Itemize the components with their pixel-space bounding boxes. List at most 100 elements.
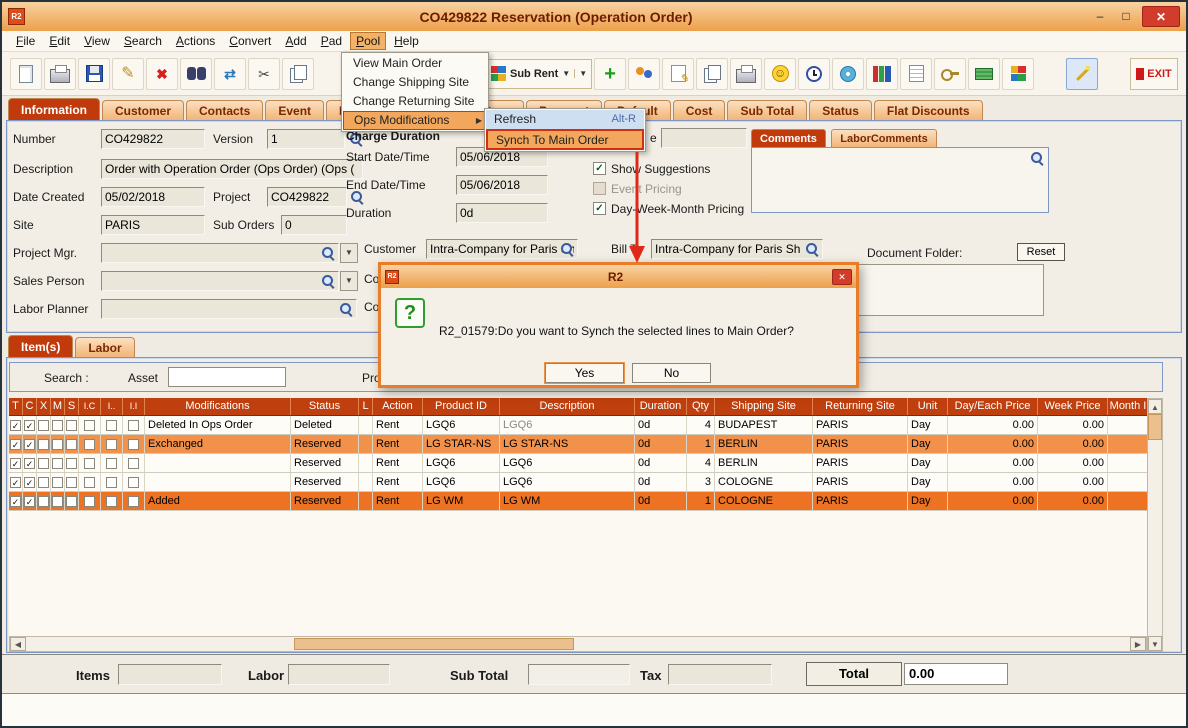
row-checkbox[interactable] <box>123 473 145 491</box>
project-mgr-field[interactable] <box>101 243 339 263</box>
row-checkbox[interactable] <box>51 492 65 510</box>
row-checkbox[interactable] <box>123 454 145 472</box>
duration-field[interactable]: 0d <box>456 203 548 223</box>
sales-person-dropdown[interactable]: ▼ <box>340 271 358 291</box>
dialog-titlebar[interactable]: R2 R2 ✕ <box>381 265 856 288</box>
new-document-button[interactable] <box>10 58 42 90</box>
row-checkbox[interactable]: ✓ <box>23 492 37 510</box>
window-titlebar[interactable]: R2 CO429822 Reservation (Operation Order… <box>2 2 1186 31</box>
no-button[interactable]: No <box>632 363 711 383</box>
row-checkbox[interactable] <box>79 454 101 472</box>
scroll-right-icon[interactable]: ▶ <box>1130 637 1146 651</box>
media-button[interactable] <box>832 58 864 90</box>
end-date-field[interactable]: 05/06/2018 <box>456 175 548 195</box>
table-row[interactable]: ✓ ✓ Added Reserved Rent LG WM LG WM 0d 1… <box>9 492 1149 511</box>
scrollbar-thumb[interactable] <box>294 638 574 650</box>
menu-item-change-returning-site[interactable]: Change Returning Site <box>343 92 487 111</box>
scroll-left-icon[interactable]: ◀ <box>10 637 26 651</box>
row-checkbox[interactable]: ✓ <box>23 416 37 434</box>
row-checkbox[interactable] <box>101 492 123 510</box>
tab-event[interactable]: Event <box>265 100 324 120</box>
row-checkbox[interactable] <box>101 416 123 434</box>
find-button[interactable] <box>180 58 212 90</box>
row-checkbox[interactable] <box>51 416 65 434</box>
row-checkbox[interactable] <box>65 492 79 510</box>
tab-cost[interactable]: Cost <box>673 100 726 120</box>
labor-planner-search-icon[interactable] <box>339 302 353 316</box>
row-checkbox[interactable] <box>123 492 145 510</box>
scrollbar-track[interactable] <box>1148 440 1162 636</box>
tab-customer[interactable]: Customer <box>102 100 184 120</box>
project-search-icon[interactable] <box>350 190 364 204</box>
row-checkbox[interactable] <box>123 435 145 453</box>
row-checkbox[interactable] <box>79 473 101 491</box>
add-line-button[interactable]: + <box>594 58 626 90</box>
tab-flat-discounts[interactable]: Flat Discounts <box>874 100 983 120</box>
row-checkbox[interactable]: ✓ <box>9 473 23 491</box>
feedback-button[interactable]: ☺ <box>764 58 796 90</box>
sub-rent-button[interactable]: Sub Rent ▼ ▼ <box>486 59 592 89</box>
event-pricing-checkbox[interactable] <box>593 182 606 195</box>
row-checkbox[interactable]: ✓ <box>23 473 37 491</box>
project-field[interactable]: CO429822 <box>267 187 347 207</box>
vertical-scrollbar[interactable]: ▲ ▼ <box>1147 398 1163 652</box>
site-field[interactable]: PARIS <box>101 215 205 235</box>
tab-information[interactable]: Information <box>8 98 100 120</box>
menu-actions[interactable]: Actions <box>170 32 221 50</box>
row-checkbox[interactable] <box>37 435 51 453</box>
horizontal-scrollbar[interactable]: ◀ ▶ <box>9 636 1147 652</box>
row-checkbox[interactable] <box>101 473 123 491</box>
comments-textarea[interactable] <box>751 147 1049 213</box>
menu-search[interactable]: Search <box>118 32 168 50</box>
row-checkbox[interactable] <box>51 454 65 472</box>
number-field[interactable]: CO429822 <box>101 129 205 149</box>
tab-status[interactable]: Status <box>809 100 872 120</box>
catalog-button[interactable] <box>866 58 898 90</box>
tab-labor[interactable]: Labor <box>75 337 134 357</box>
labor-planner-field[interactable] <box>101 299 357 319</box>
menu-edit[interactable]: Edit <box>43 32 76 50</box>
scrollbar-thumb[interactable] <box>1148 414 1162 440</box>
edit-button[interactable]: ✎ <box>112 58 144 90</box>
row-checkbox[interactable] <box>65 454 79 472</box>
menu-item-ops-modifications[interactable]: Ops Modifications ▶ <box>343 111 487 130</box>
row-checkbox[interactable]: ✓ <box>9 454 23 472</box>
edit-note-button[interactable] <box>662 58 694 90</box>
tab-contacts[interactable]: Contacts <box>186 100 263 120</box>
comments-search-icon[interactable] <box>1030 151 1044 165</box>
menu-item-refresh[interactable]: Refresh Alt-R <box>486 110 644 129</box>
row-checkbox[interactable] <box>65 435 79 453</box>
customer-field[interactable]: Intra-Company for Paris Sh <box>426 239 578 259</box>
version-field[interactable]: 1 <box>267 129 345 149</box>
menu-pool[interactable]: Pool <box>350 32 386 50</box>
personnel-button[interactable] <box>628 58 660 90</box>
description-field[interactable]: Order with Operation Order (Ops Order) (… <box>101 159 363 179</box>
project-mgr-search-icon[interactable] <box>321 246 335 260</box>
components-button[interactable] <box>1002 58 1034 90</box>
tab-sub-total[interactable]: Sub Total <box>727 100 807 120</box>
customer-search-icon[interactable] <box>560 242 574 256</box>
duplicate-button[interactable] <box>696 58 728 90</box>
row-checkbox[interactable] <box>79 416 101 434</box>
table-row[interactable]: ✓ ✓ Deleted In Ops Order Deleted Rent LG… <box>9 416 1149 435</box>
table-row[interactable]: ✓ ✓ Reserved Rent LGQ6 LGQ6 0d 4 BERLIN … <box>9 454 1149 473</box>
row-checkbox[interactable] <box>65 473 79 491</box>
billing-button[interactable] <box>968 58 1000 90</box>
maximize-button[interactable]: □ <box>1113 6 1139 27</box>
history-button[interactable] <box>798 58 830 90</box>
menu-add[interactable]: Add <box>279 32 312 50</box>
tab-comments[interactable]: Comments <box>751 129 826 147</box>
row-checkbox[interactable]: ✓ <box>9 435 23 453</box>
notes-button[interactable] <box>900 58 932 90</box>
row-checkbox[interactable] <box>37 473 51 491</box>
row-checkbox[interactable]: ✓ <box>23 454 37 472</box>
menu-view[interactable]: View <box>78 32 116 50</box>
partial-field[interactable] <box>661 128 747 148</box>
dialog-close-button[interactable]: ✕ <box>832 269 852 285</box>
table-row[interactable]: ✓ ✓ Exchanged Reserved Rent LG STAR-NS L… <box>9 435 1149 454</box>
print-button[interactable] <box>44 58 76 90</box>
row-checkbox[interactable] <box>65 416 79 434</box>
reset-button[interactable]: Reset <box>1017 243 1065 261</box>
asset-search-input[interactable] <box>168 367 286 387</box>
sales-person-search-icon[interactable] <box>321 274 335 288</box>
